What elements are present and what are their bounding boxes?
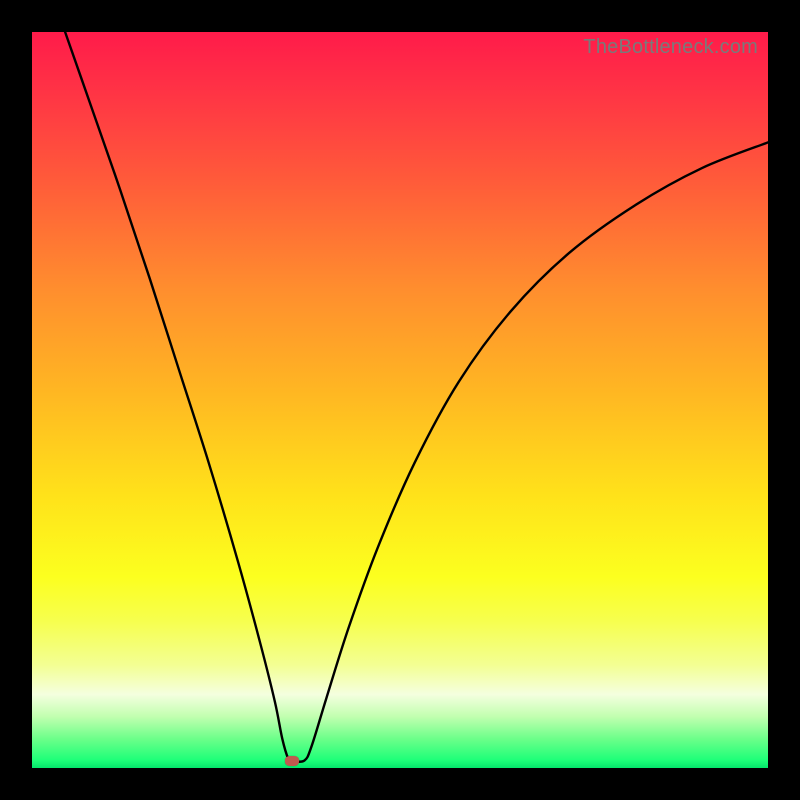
minimum-marker [285, 756, 299, 766]
bottleneck-curve [32, 32, 768, 768]
chart-frame: TheBottleneck.com [0, 0, 800, 800]
plot-area: TheBottleneck.com [32, 32, 768, 768]
